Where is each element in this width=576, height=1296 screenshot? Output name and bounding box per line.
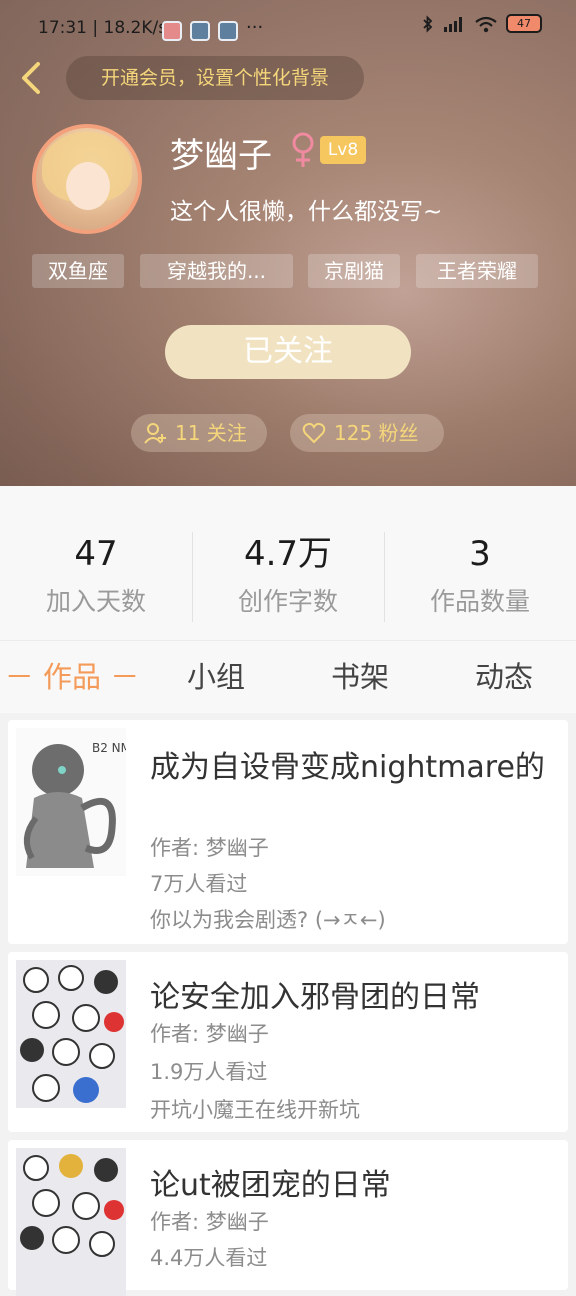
avatar[interactable]	[32, 124, 142, 234]
following-count[interactable]: 11 关注	[131, 414, 267, 452]
followed-button[interactable]: 已关注	[165, 325, 411, 379]
cover-art-icon	[20, 1154, 124, 1257]
level-badge: Lv8	[320, 136, 366, 164]
female-gender-icon	[292, 132, 314, 167]
work-author: 作者: 梦幽子	[150, 1022, 269, 1046]
interest-tag[interactable]: 京剧猫	[308, 254, 400, 288]
work-views: 1.9万人看过	[150, 1060, 268, 1084]
stat-label: 加入天数	[45, 587, 146, 616]
stat-label: 创作字数	[237, 587, 338, 616]
work-cover-image: B2 NM	[16, 728, 126, 876]
work-cover-image	[16, 1148, 126, 1296]
avatar-face	[66, 162, 110, 210]
work-description: 开坑小魔王在线开新坑	[150, 1098, 360, 1122]
work-title: 论安全加入邪骨团的日常	[150, 980, 480, 1015]
cover-text: B2 NM	[92, 741, 126, 755]
tab-groups[interactable]: 小组	[144, 641, 288, 713]
system-icons: 47	[422, 14, 542, 33]
tab-bookshelf[interactable]: 书架	[288, 641, 432, 713]
stat-works-count: 3 作品数量	[384, 532, 576, 618]
stat-label: 作品数量	[429, 587, 530, 616]
work-title: 成为自设骨变成nightmare的	[150, 750, 545, 785]
notification-icons: ···	[162, 17, 264, 41]
battery-indicator: 47	[506, 14, 542, 33]
bluetooth-icon	[423, 14, 433, 33]
work-card[interactable]: B2 NM 成为自设骨变成nightmare的 作者: 梦幽子 7万人看过 你以…	[8, 720, 568, 944]
user-add-icon	[144, 423, 166, 444]
app-notification-icon	[190, 21, 210, 41]
user-bio: 这个人很懒，什么都没写~	[170, 199, 443, 225]
profile-tabs: － 作品 － 小组 书架 动态	[0, 640, 576, 713]
username: 梦幽子	[170, 136, 272, 176]
work-views: 4.4万人看过	[150, 1246, 268, 1270]
stat-value: 47	[74, 534, 118, 574]
status-bar: 17:31 | 18.2K/s ··· 47	[0, 0, 576, 48]
fans-label: 125 粉丝	[334, 421, 419, 445]
status-time: 17:31 | 18.2K/s	[38, 18, 168, 38]
app-notification-icon	[218, 21, 238, 41]
interest-tag[interactable]: 穿越我的...	[140, 254, 293, 288]
work-card[interactable]: 论ut被团宠的日常 作者: 梦幽子 4.4万人看过	[8, 1140, 568, 1296]
work-title: 论ut被团宠的日常	[150, 1168, 391, 1203]
work-card[interactable]: 论安全加入邪骨团的日常 作者: 梦幽子 1.9万人看过 开坑小魔王在线开新坑	[8, 952, 568, 1132]
interest-tag[interactable]: 王者荣耀	[416, 254, 538, 288]
following-label: 11 关注	[175, 421, 247, 445]
tab-works[interactable]: － 作品 －	[0, 641, 144, 713]
interest-tag[interactable]: 双鱼座	[32, 254, 124, 288]
work-views: 7万人看过	[150, 872, 248, 896]
wifi-icon	[475, 16, 497, 32]
vip-background-banner[interactable]: 开通会员，设置个性化背景	[66, 56, 364, 100]
stat-value: 3	[469, 534, 491, 574]
app-notification-icon	[162, 21, 182, 41]
work-cover-image	[16, 960, 126, 1108]
stats-row: 47 加入天数 4.7万 创作字数 3 作品数量	[0, 486, 576, 640]
work-author: 作者: 梦幽子	[150, 836, 269, 860]
fans-count[interactable]: 125 粉丝	[290, 414, 444, 452]
stat-value: 4.7万	[243, 534, 333, 574]
tab-activity[interactable]: 动态	[432, 641, 576, 713]
stat-word-count: 4.7万 创作字数	[192, 532, 384, 618]
cover-art-icon: B2 NM	[23, 741, 126, 868]
stat-join-days: 47 加入天数	[0, 532, 192, 618]
signal-icon	[444, 16, 462, 32]
work-author: 作者: 梦幽子	[150, 1210, 269, 1234]
cover-art-icon	[20, 965, 124, 1103]
profile-header: 17:31 | 18.2K/s ··· 47 开通会员，设置个性化背景 梦幽子 …	[0, 0, 576, 486]
work-description: 你以为我会剧透? (→ㅈ←)	[150, 908, 386, 932]
heart-outline-icon	[302, 422, 326, 444]
back-arrow-icon[interactable]	[14, 58, 50, 98]
more-notifications-icon: ···	[246, 17, 264, 38]
